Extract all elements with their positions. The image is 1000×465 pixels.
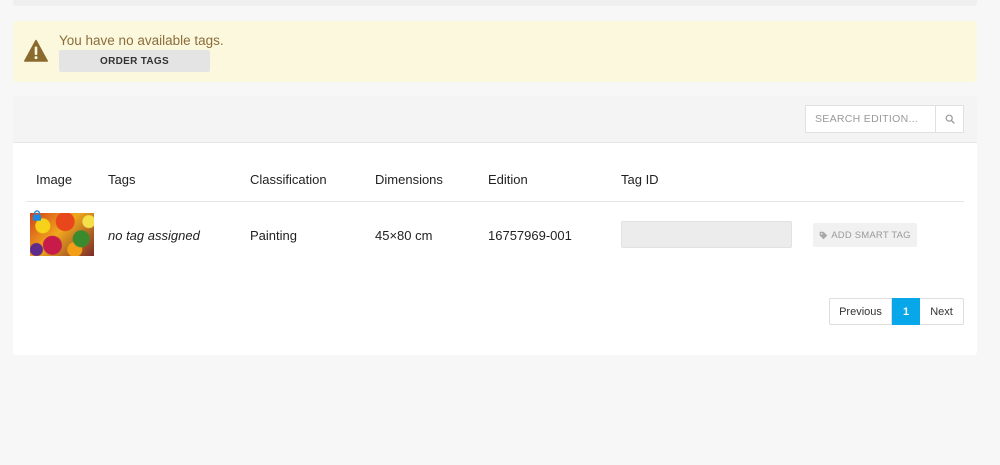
tag-icon — [819, 231, 828, 239]
previous-page-button[interactable]: Previous — [829, 298, 892, 325]
editions-panel: Image Tags Classification Dimensions Edi… — [13, 96, 977, 355]
column-header-image: Image — [36, 172, 73, 187]
column-header-tags: Tags — [108, 172, 136, 187]
search-button[interactable] — [935, 105, 964, 133]
column-header-classification: Classification — [250, 172, 327, 187]
alert-message: You have no available tags. — [59, 33, 224, 48]
tags-cell: no tag assigned — [108, 228, 200, 243]
header-divider — [26, 201, 964, 202]
next-page-button[interactable]: Next — [920, 298, 964, 325]
page-1-button[interactable]: 1 — [892, 298, 920, 325]
dimensions-cell: 45×80 cm — [375, 228, 433, 243]
edition-cell: 16757969-001 — [488, 228, 572, 243]
column-header-dimensions: Dimensions — [375, 172, 443, 187]
lock-icon — [33, 210, 41, 221]
tag-id-field — [621, 221, 792, 248]
column-header-tag-id: Tag ID — [621, 172, 659, 187]
search-edition-input[interactable] — [805, 105, 936, 133]
top-strip — [13, 0, 977, 6]
add-smart-tag-label: ADD SMART TAG — [831, 229, 911, 241]
panel-header — [13, 96, 977, 143]
no-tags-alert: You have no available tags. ORDER TAGS — [13, 21, 977, 82]
classification-cell: Painting — [250, 228, 297, 243]
pagination: Previous 1 Next — [829, 298, 964, 325]
search-icon — [945, 114, 955, 124]
add-smart-tag-button[interactable]: ADD SMART TAG — [813, 223, 917, 247]
warning-icon — [24, 39, 48, 62]
column-header-edition: Edition — [488, 172, 528, 187]
order-tags-button[interactable]: ORDER TAGS — [59, 50, 210, 72]
